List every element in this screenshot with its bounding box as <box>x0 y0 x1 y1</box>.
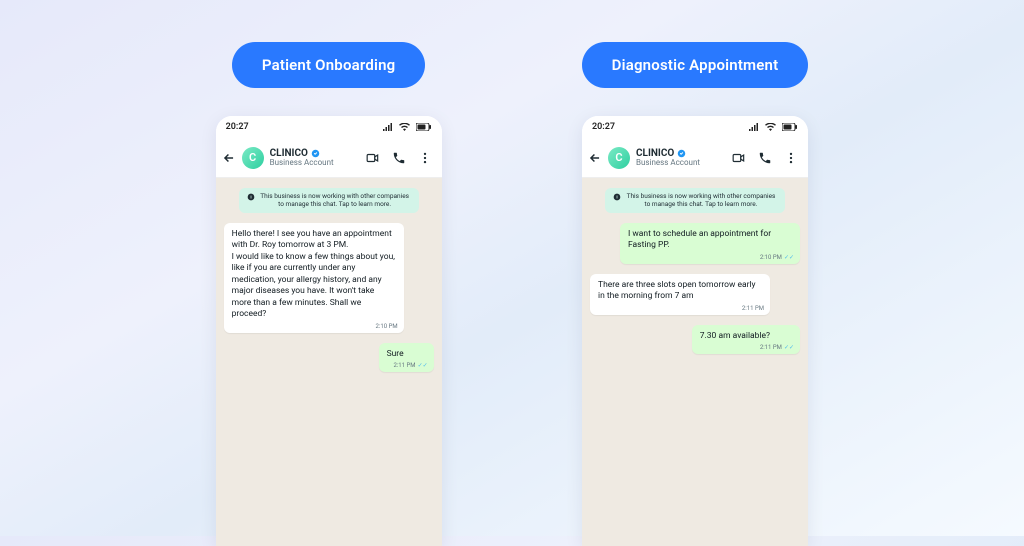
contact-subtitle: Business Account <box>270 159 360 168</box>
business-notice[interactable]: i This business is now working with othe… <box>239 188 419 213</box>
chat-header: C CLINICO Business Account <box>582 138 808 178</box>
message-time: 2:11 PM <box>742 305 764 313</box>
avatar[interactable]: C <box>608 147 630 169</box>
svg-text:i: i <box>616 195 617 200</box>
message-incoming[interactable]: There are three slots open tomorrow earl… <box>590 274 770 315</box>
message-outgoing[interactable]: 7.30 am available? 2:11 PM✓✓ <box>692 325 800 354</box>
message-outgoing[interactable]: I want to schedule an appointment for Fa… <box>620 223 800 264</box>
read-ticks-icon: ✓✓ <box>418 362 428 370</box>
panel-onboarding: Patient Onboarding 20:27 C CLINICO <box>216 42 442 546</box>
verified-icon <box>677 149 686 158</box>
read-ticks-icon: ✓✓ <box>784 344 794 352</box>
message-incoming[interactable]: Hello there! I see you have an appointme… <box>224 223 404 333</box>
contact-name: CLINICO <box>636 148 674 159</box>
back-icon[interactable] <box>588 151 602 165</box>
info-icon: i <box>613 193 621 201</box>
signal-icon <box>383 123 393 131</box>
panel-diagnostic: Diagnostic Appointment 20:27 C CLINICO <box>582 42 809 546</box>
contact-subtitle: Business Account <box>636 159 726 168</box>
status-icons <box>749 123 798 131</box>
message-text: Hello there! I see you have an appointme… <box>232 229 395 319</box>
message-text: 7.30 am available? <box>700 331 770 341</box>
chat-header: C CLINICO Business Account <box>216 138 442 178</box>
phone-diagnostic: 20:27 C CLINICO Business Account <box>582 116 808 546</box>
status-bar: 20:27 <box>216 116 442 138</box>
svg-text:i: i <box>250 195 251 200</box>
info-icon: i <box>247 193 255 201</box>
verified-icon <box>311 149 320 158</box>
wifi-icon <box>765 123 776 131</box>
message-outgoing[interactable]: Sure 2:11 PM✓✓ <box>379 343 434 372</box>
battery-icon <box>782 123 798 131</box>
voice-call-icon[interactable] <box>392 151 406 165</box>
pill-onboarding: Patient Onboarding <box>232 42 426 88</box>
status-time: 20:27 <box>592 122 615 132</box>
chat-body-diagnostic: i This business is now working with othe… <box>582 178 808 546</box>
message-time: 2:10 PM✓✓ <box>760 254 794 262</box>
contact-name: CLINICO <box>270 148 308 159</box>
back-icon[interactable] <box>222 151 236 165</box>
header-text[interactable]: CLINICO Business Account <box>270 148 360 168</box>
message-time: 2:10 PM <box>376 323 398 331</box>
status-time: 20:27 <box>226 122 249 132</box>
status-bar: 20:27 <box>582 116 808 138</box>
avatar[interactable]: C <box>242 147 264 169</box>
more-icon[interactable] <box>418 151 432 165</box>
header-text[interactable]: CLINICO Business Account <box>636 148 726 168</box>
battery-icon <box>416 123 432 131</box>
pill-diagnostic: Diagnostic Appointment <box>582 42 809 88</box>
business-notice[interactable]: i This business is now working with othe… <box>605 188 785 213</box>
signal-icon <box>749 123 759 131</box>
wifi-icon <box>399 123 410 131</box>
status-icons <box>383 123 432 131</box>
message-time: 2:11 PM✓✓ <box>393 362 427 370</box>
read-ticks-icon: ✓✓ <box>784 254 794 262</box>
message-text: Sure <box>387 349 404 359</box>
voice-call-icon[interactable] <box>758 151 772 165</box>
video-call-icon[interactable] <box>732 151 746 165</box>
more-icon[interactable] <box>784 151 798 165</box>
message-text: I want to schedule an appointment for Fa… <box>628 229 771 250</box>
panels-row: Patient Onboarding 20:27 C CLINICO <box>0 0 1024 546</box>
message-time: 2:11 PM✓✓ <box>760 344 794 352</box>
video-call-icon[interactable] <box>366 151 380 165</box>
phone-onboarding: 20:27 C CLINICO Business Account <box>216 116 442 546</box>
chat-body-onboarding: i This business is now working with othe… <box>216 178 442 546</box>
message-text: There are three slots open tomorrow earl… <box>598 280 756 301</box>
